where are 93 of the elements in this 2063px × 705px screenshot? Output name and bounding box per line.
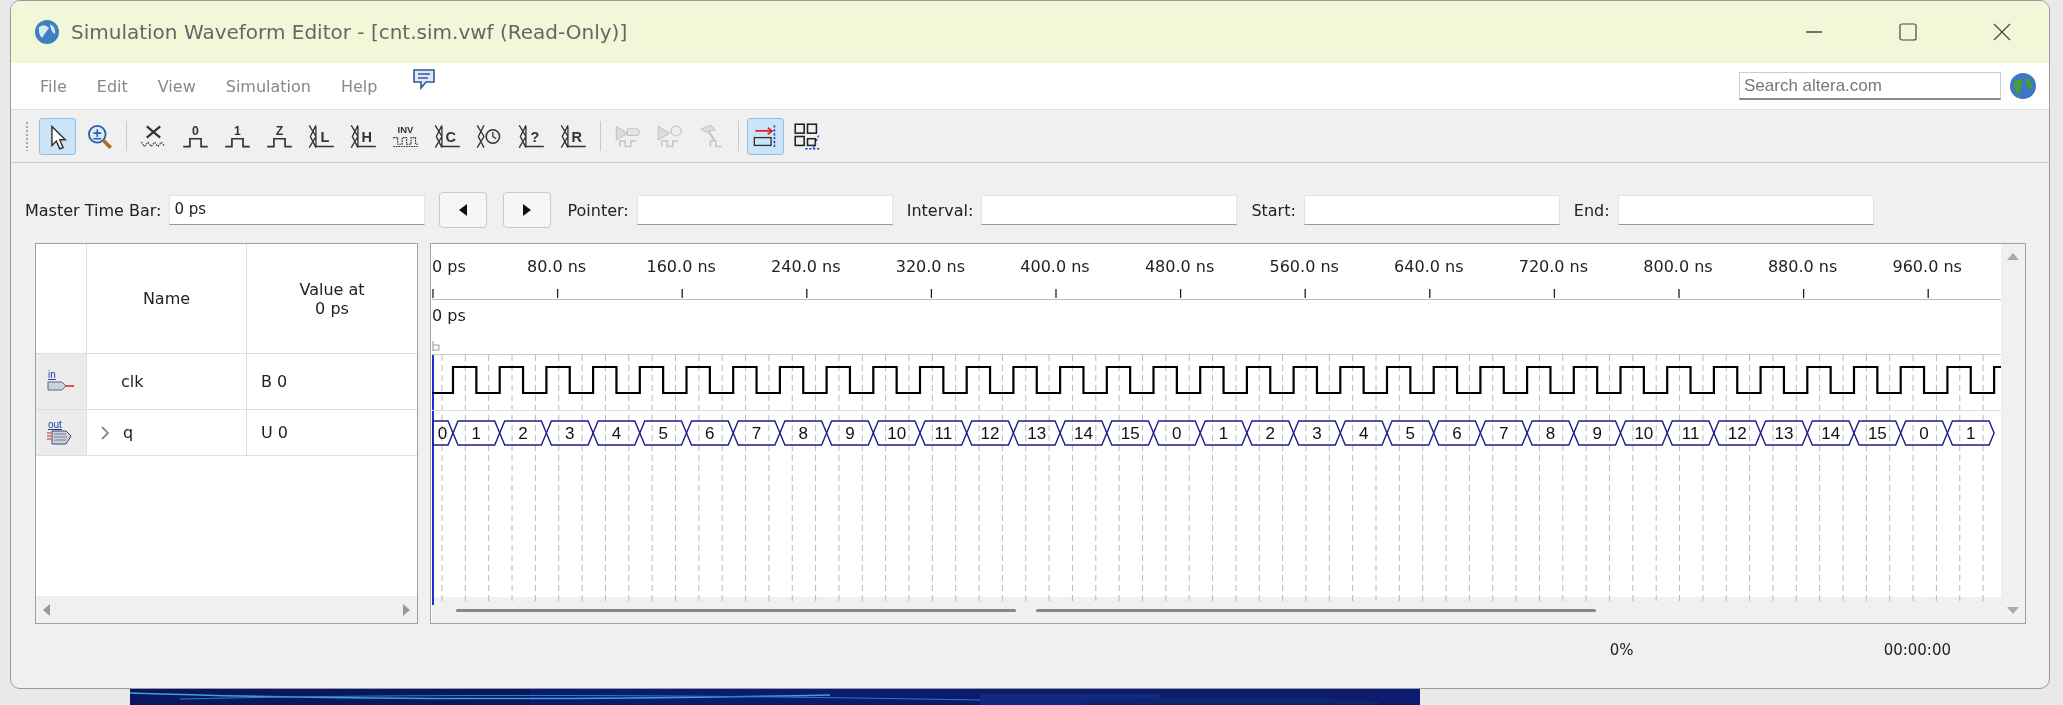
bus-value: 3 (545, 420, 594, 446)
globe-icon[interactable] (2009, 72, 2037, 100)
time-cursor-line[interactable] (432, 355, 434, 605)
bus-value: 3 (1292, 420, 1342, 446)
signal-value: B 0 (261, 372, 288, 391)
menu-item[interactable]: Simulation (216, 76, 320, 96)
signal-name: clk (121, 372, 144, 391)
bus-value: 0 (432, 420, 454, 446)
menu-item[interactable]: View (148, 76, 205, 96)
time-label: 720.0 ns (1518, 257, 1589, 276)
bus-value: 6 (685, 420, 734, 446)
toolbar-button[interactable] (747, 117, 784, 155)
menu-item[interactable]: Help (331, 76, 387, 96)
time-field[interactable] (636, 195, 893, 225)
scroll-left-icon[interactable] (42, 604, 51, 616)
elapsed-time: 00:00:00 (1883, 641, 1951, 659)
bus-value: 13 (1012, 420, 1061, 446)
bus-value: 13 (1759, 420, 1809, 446)
bus-value: 0 (1152, 420, 1201, 446)
field-label: End: (1573, 200, 1610, 220)
bus-value: 8 (1526, 420, 1575, 446)
bus-value: 4 (1339, 420, 1388, 446)
bus-value: 0 (1899, 420, 1949, 446)
bus-value: 2 (1246, 420, 1295, 446)
bus-value: 1 (1199, 420, 1248, 446)
speech-bubble-icon[interactable] (412, 68, 437, 90)
bus-value: 1 (1946, 420, 1995, 446)
time-label: 400.0 ns (1020, 257, 1090, 276)
time-field[interactable] (981, 195, 1238, 225)
next-transition-button[interactable] (503, 192, 552, 228)
bus-value: 9 (825, 420, 875, 446)
left-triangle-icon (458, 204, 469, 216)
chevron-icon[interactable] (99, 425, 111, 440)
toolbar-button[interactable] (39, 117, 76, 155)
menu-item[interactable]: Edit (87, 76, 137, 96)
close-icon (1991, 21, 2013, 43)
column-header: Value at 0 ps (298, 279, 366, 318)
bus-value: 11 (919, 420, 968, 446)
right-triangle-icon (522, 204, 533, 216)
bus-value: 12 (1713, 420, 1762, 446)
bus-value: 9 (1573, 420, 1622, 446)
time-field[interactable] (1303, 195, 1560, 225)
bus-value: 5 (639, 420, 688, 446)
time-label: 80.0 ns (527, 257, 587, 276)
time-label: 0 ps (432, 257, 466, 276)
minimize-icon (1806, 31, 1822, 33)
time-label: 240.0 ns (771, 257, 841, 276)
bus-value: 10 (1619, 420, 1668, 446)
field-label: Interval: (906, 200, 974, 220)
window-title: Simulation Waveform Editor - [cnt.sim.vwf (Read-Only)] (71, 20, 628, 44)
cursor-handle-icon[interactable] (432, 341, 440, 351)
bus-value: 4 (592, 420, 641, 446)
time-label: 560.0 ns (1269, 257, 1339, 276)
time-label: 320.0 ns (895, 257, 966, 276)
bus-value: 14 (1059, 420, 1108, 446)
cursor-time-label: 0 ps (432, 306, 466, 325)
bus-value: 7 (732, 420, 781, 446)
bus-value: 12 (965, 420, 1015, 446)
field-label: Start: (1251, 200, 1296, 220)
bus-value: 15 (1106, 420, 1155, 446)
signal-value: U 0 (261, 423, 288, 442)
search-field[interactable]: Search altera.com (1739, 72, 2001, 100)
column-header: Name (142, 289, 191, 308)
scroll-right-icon[interactable] (402, 604, 411, 616)
time-label: 160.0 ns (646, 257, 716, 276)
field-label: Pointer: (567, 200, 629, 220)
scroll-up-icon[interactable] (2007, 252, 2019, 261)
bus-value: 1 (452, 420, 501, 446)
bus-value: 10 (872, 420, 921, 446)
time-label: 960.0 ns (1892, 257, 1962, 276)
previous-transition-button[interactable] (439, 192, 488, 228)
time-field[interactable] (1617, 195, 1874, 225)
maximize-icon (1897, 21, 1919, 43)
bus-value: 2 (498, 420, 548, 446)
bus-value: 14 (1806, 420, 1855, 446)
field-label: Master Time Bar: (25, 200, 162, 220)
scroll-down-icon[interactable] (2007, 606, 2019, 615)
time-label: 480.0 ns (1144, 257, 1215, 276)
bus-value: 6 (1432, 420, 1482, 446)
time-label: 640.0 ns (1394, 257, 1464, 276)
master-time-bar-field[interactable]: 0 ps (169, 195, 426, 225)
signal-name: q (123, 423, 134, 442)
menu-item[interactable]: File (31, 76, 76, 96)
bus-value: 8 (779, 420, 828, 446)
progress-text: 0% (1609, 641, 1634, 659)
app-globe-icon (33, 18, 61, 46)
grid-icon (793, 121, 822, 151)
bus-value: 7 (1479, 420, 1528, 446)
time-label: 800.0 ns (1643, 257, 1713, 276)
bus-value: 11 (1666, 420, 1715, 446)
time-label: 880.0 ns (1767, 257, 1838, 276)
bus-value: 15 (1853, 420, 1902, 446)
bus-value: 5 (1386, 420, 1435, 446)
